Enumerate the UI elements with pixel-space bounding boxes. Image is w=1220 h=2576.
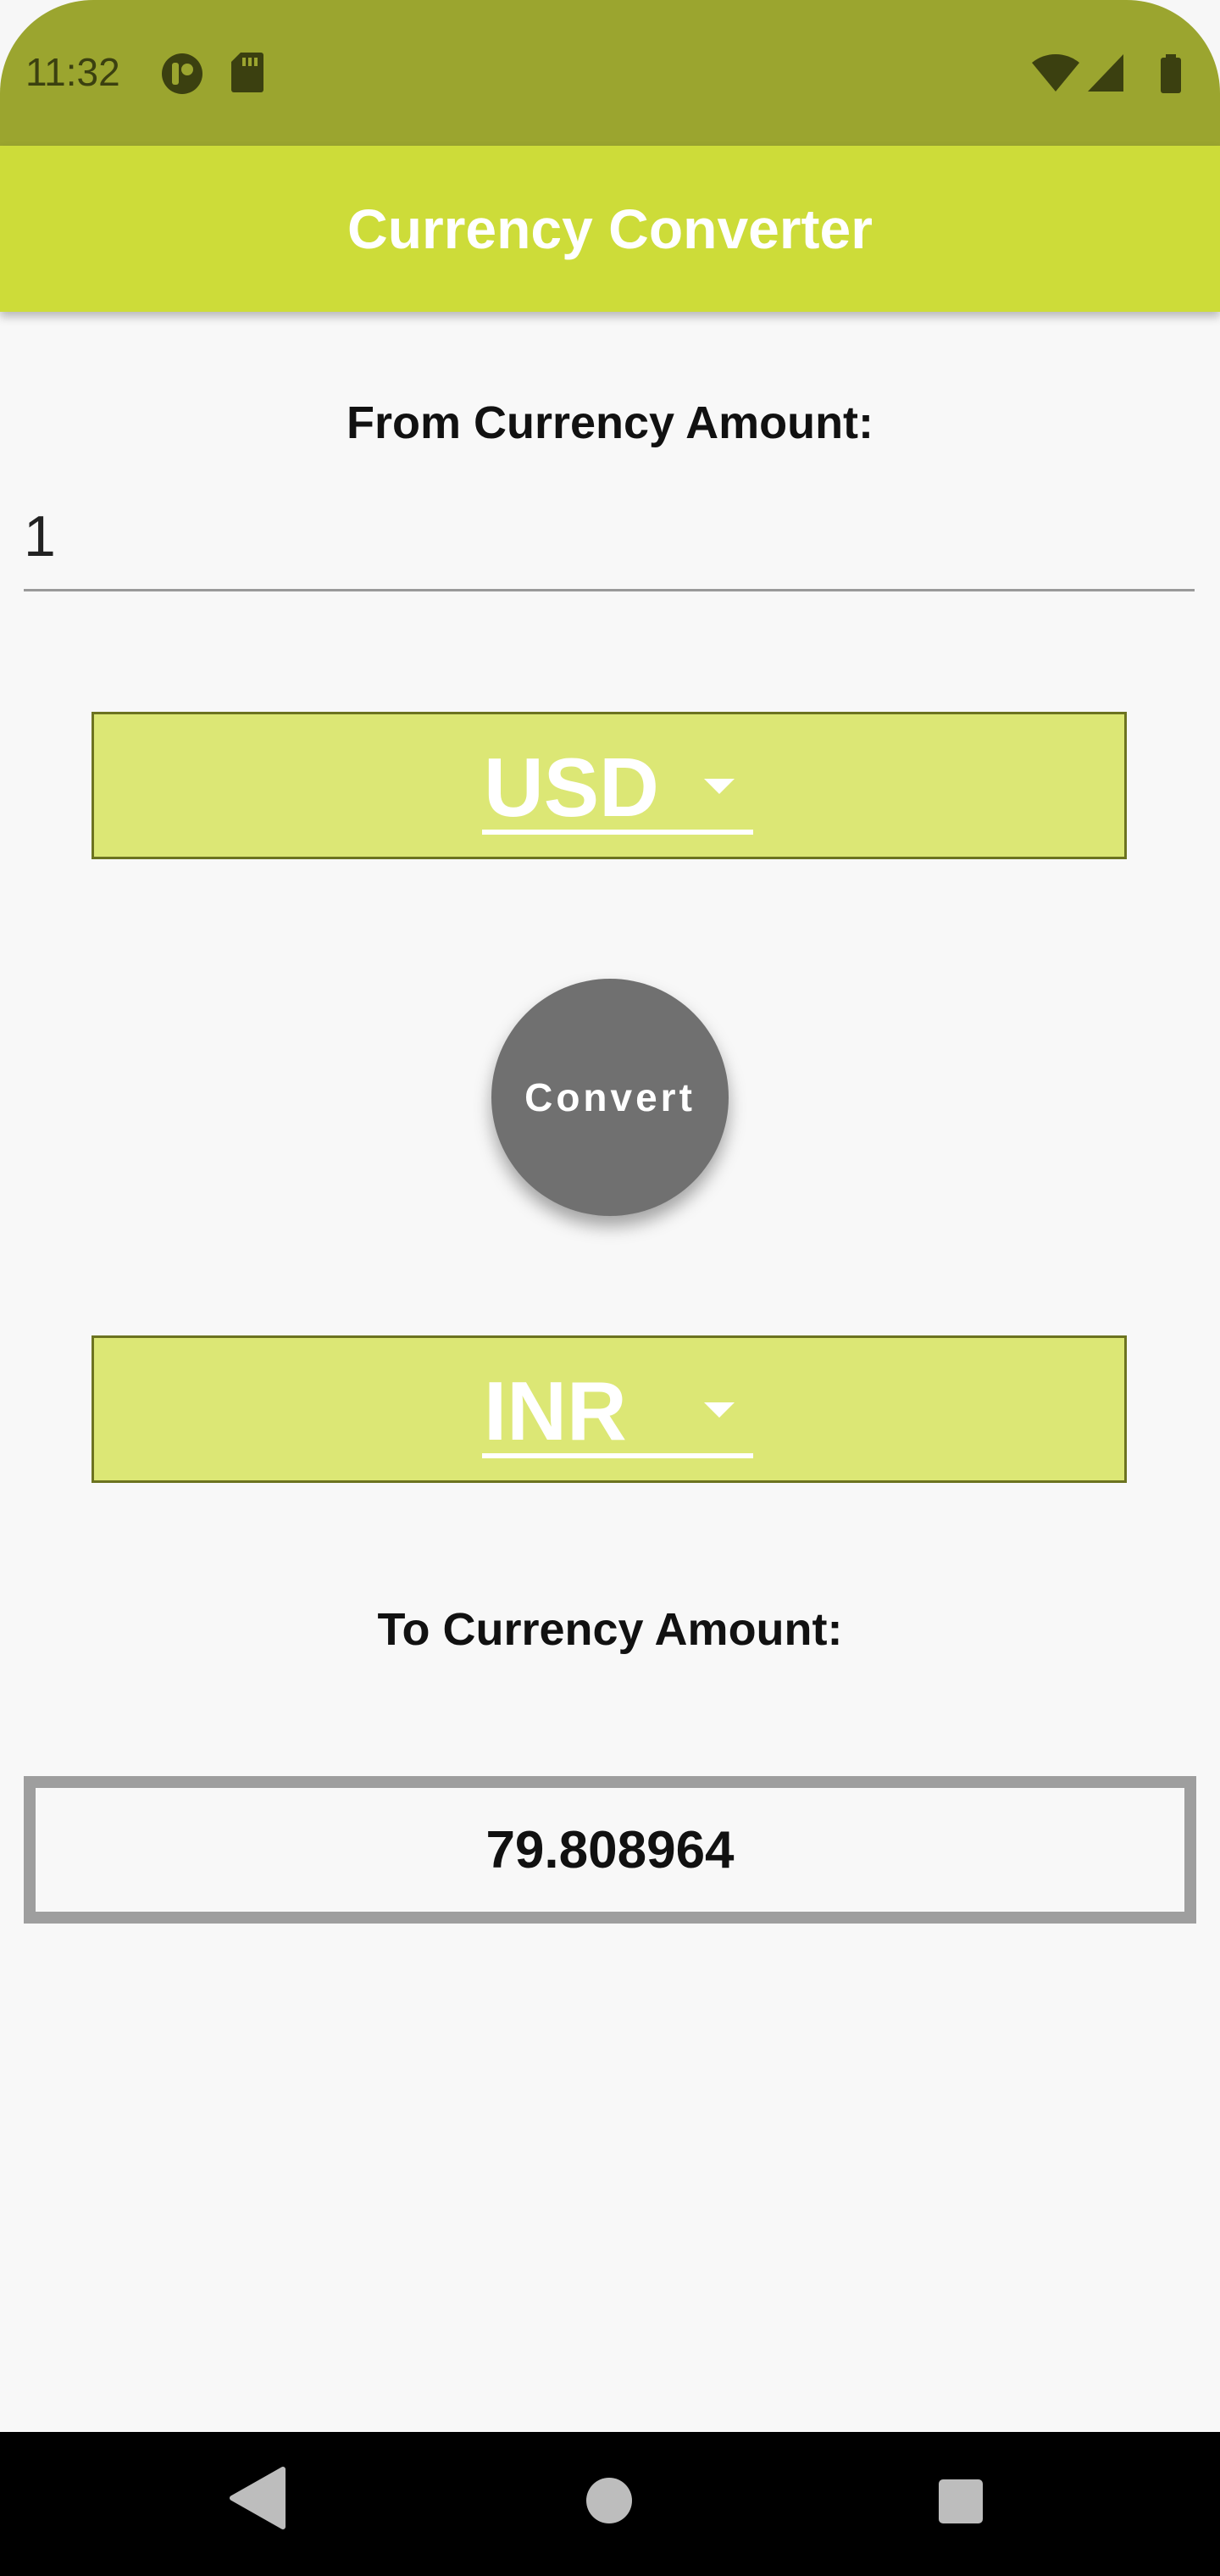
convert-button[interactable]: Convert [491, 979, 729, 1216]
wifi-icon [1032, 53, 1079, 92]
result-value: 79.808964 [485, 1820, 735, 1879]
status-right-icons [1032, 53, 1181, 93]
from-currency-value: USD [484, 741, 659, 834]
dropdown-arrow-icon [704, 779, 735, 794]
navigation-bar [0, 2432, 1220, 2576]
result-box: 79.808964 [24, 1776, 1196, 1924]
spinner-underline [482, 1453, 753, 1458]
from-currency-spinner[interactable]: USD [92, 712, 1127, 859]
to-currency-value: INR [484, 1364, 627, 1457]
to-currency-spinner[interactable]: INR [92, 1335, 1127, 1483]
back-icon[interactable] [227, 2466, 286, 2530]
sd-card-icon [231, 53, 263, 92]
to-amount-label: To Currency Amount: [377, 1604, 843, 1655]
app-bar: Currency Converter [0, 146, 1220, 312]
app-title: Currency Converter [347, 197, 873, 260]
home-icon[interactable] [585, 2476, 634, 2525]
screen: 11:32 Currency Converter From Currency A… [0, 0, 1220, 2576]
dropdown-arrow-icon [704, 1402, 735, 1418]
app-notification-icon [162, 53, 202, 94]
battery-icon [1161, 54, 1181, 93]
recent-apps-icon[interactable] [937, 2478, 984, 2525]
from-amount-input[interactable] [24, 483, 1195, 591]
status-bar: 11:32 [0, 0, 1220, 146]
spinner-underline [482, 830, 753, 835]
signal-icon [1088, 54, 1123, 92]
status-time: 11:32 [25, 50, 120, 94]
from-amount-label: From Currency Amount: [346, 397, 874, 448]
